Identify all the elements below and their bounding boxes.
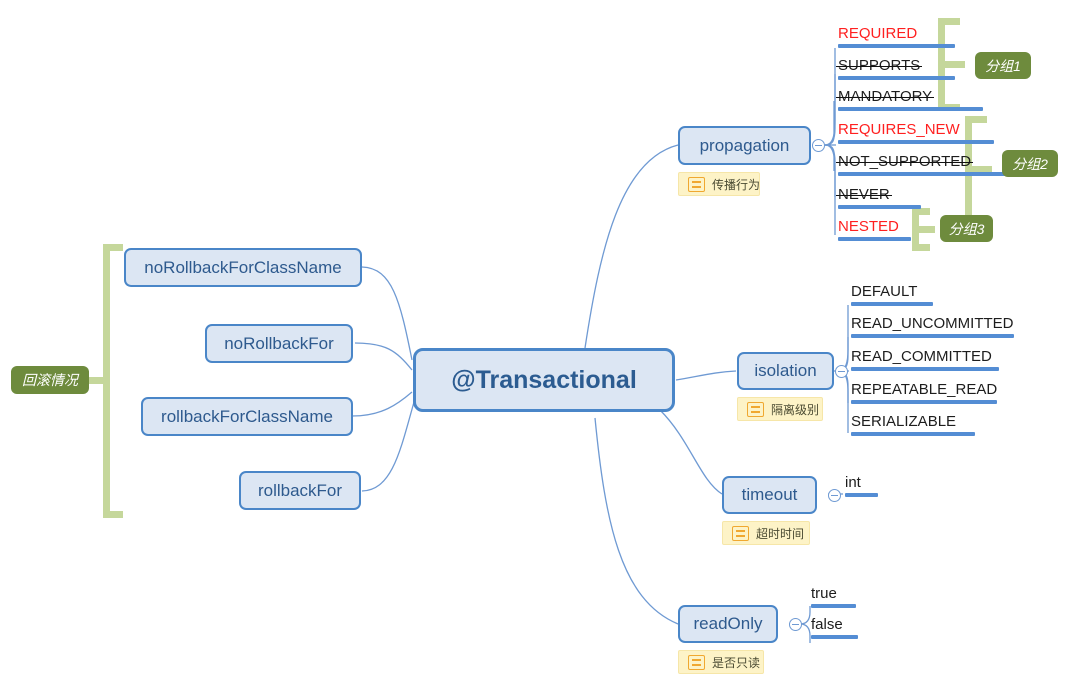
mindmap-canvas: @Transactional propagation 传播行为 REQUIRED… [0, 0, 1073, 694]
leaf-label: true [811, 585, 837, 602]
leaf-propagation-4[interactable]: NOT_SUPPORTED [835, 153, 1008, 179]
node-propagation[interactable]: propagation [678, 126, 811, 165]
leaf-underline [838, 76, 955, 80]
leaf-label: DEFAULT [851, 283, 918, 300]
node-rollbackforclassname[interactable]: rollbackForClassName [141, 397, 353, 436]
leaf-isolation-1[interactable]: READ_UNCOMMITTED [851, 315, 1014, 341]
leaf-underline [851, 400, 997, 404]
note-isolation-text: 隔离级别 [771, 402, 820, 417]
leaf-label: MANDATORY [835, 88, 935, 105]
leaf-underline [838, 140, 994, 144]
note-icon [732, 525, 749, 541]
leaf-underline [838, 44, 955, 48]
leaf-label: SERIALIZABLE [851, 413, 957, 430]
leaf-label: SUPPORTS [835, 57, 923, 74]
node-readonly[interactable]: readOnly [678, 605, 778, 643]
group-label-text: 回滚情况 [22, 372, 78, 388]
leaf-propagation-2[interactable]: MANDATORY [835, 88, 983, 114]
leaf-label: false [811, 616, 843, 633]
leaf-isolation-0[interactable]: DEFAULT [851, 283, 933, 309]
leaf-isolation-3[interactable]: REPEATABLE_READ [851, 381, 997, 407]
leaf-label: REPEATABLE_READ [851, 381, 998, 398]
note-readonly-text: 是否只读 [712, 655, 761, 670]
group-bracket-3 [912, 208, 942, 251]
leaf-underline [838, 107, 983, 111]
note-timeout-text: 超时时间 [756, 526, 805, 541]
leaf-readonly-0[interactable]: true [811, 585, 856, 611]
note-readonly: 是否只读 [678, 650, 764, 674]
node-isolation[interactable]: isolation [737, 352, 834, 390]
node-rollbackfor[interactable]: rollbackFor [239, 471, 361, 510]
leaf-propagation-0[interactable]: REQUIRED [838, 25, 955, 51]
node-isolation-label: isolation [754, 361, 817, 380]
node-timeout[interactable]: timeout [722, 476, 817, 514]
leaf-underline [851, 432, 975, 436]
note-propagation: 传播行为 [678, 172, 760, 196]
root-node[interactable]: @Transactional [413, 348, 675, 412]
leaf-label: NOT_SUPPORTED [835, 153, 974, 170]
node-norollbackforclassname[interactable]: noRollbackForClassName [124, 248, 362, 287]
toggle-propagation[interactable] [812, 139, 825, 152]
leaf-propagation-5[interactable]: NEVER [836, 186, 921, 212]
leaf-readonly-1[interactable]: false [811, 616, 858, 642]
leaf-label: READ_UNCOMMITTED [851, 315, 1014, 332]
leaf-propagation-6[interactable]: NESTED [838, 218, 911, 244]
leaf-label: int [845, 474, 861, 491]
node-propagation-label: propagation [699, 135, 790, 155]
leaf-propagation-3[interactable]: REQUIRES_NEW [838, 121, 994, 147]
leaf-isolation-4[interactable]: SERIALIZABLE [851, 413, 975, 439]
node-label: rollbackFor [257, 480, 343, 500]
leaf-underline [811, 604, 856, 608]
note-isolation: 隔离级别 [737, 397, 823, 421]
group-bracket-rollback [89, 244, 129, 518]
note-propagation-text: 传播行为 [712, 177, 761, 192]
note-icon [688, 176, 705, 192]
root-node-label: @Transactional [451, 365, 637, 394]
leaf-underline [838, 237, 911, 241]
leaf-label: NEVER [836, 186, 892, 203]
note-icon [747, 401, 764, 417]
node-norollbackfor[interactable]: noRollbackFor [205, 324, 353, 363]
group-label-3[interactable]: 分组3 [940, 215, 993, 242]
group-label-1[interactable]: 分组1 [975, 52, 1031, 79]
group-label-text: 分组1 [985, 57, 1021, 74]
leaf-label: NESTED [838, 218, 899, 235]
leaf-underline [851, 302, 933, 306]
toggle-readonly[interactable] [789, 618, 802, 631]
leaf-underline [811, 635, 858, 639]
node-label: rollbackForClassName [161, 406, 333, 426]
leaf-underline [838, 205, 921, 209]
node-label: noRollbackFor [224, 333, 334, 353]
group-label-text: 分组2 [1012, 155, 1048, 172]
leaf-underline [851, 367, 999, 371]
leaf-timeout-0[interactable]: int [845, 474, 878, 500]
leaf-underline [851, 334, 1014, 338]
leaf-label: REQUIRES_NEW [838, 121, 960, 138]
leaf-underline [845, 493, 878, 497]
node-label: noRollbackForClassName [144, 257, 342, 277]
group-label-text: 分组3 [948, 220, 985, 237]
toggle-timeout[interactable] [828, 489, 841, 502]
note-timeout: 超时时间 [722, 521, 810, 545]
group-label-2[interactable]: 分组2 [1002, 150, 1058, 177]
leaf-propagation-1[interactable]: SUPPORTS [835, 57, 955, 83]
node-timeout-label: timeout [741, 485, 798, 504]
leaf-label: READ_COMMITTED [851, 348, 992, 365]
node-readonly-label: readOnly [693, 614, 763, 633]
leaf-label: REQUIRED [838, 25, 918, 42]
leaf-isolation-2[interactable]: READ_COMMITTED [851, 348, 999, 374]
group-label-rollback[interactable]: 回滚情况 [11, 366, 89, 394]
note-icon [688, 654, 705, 670]
toggle-isolation[interactable] [835, 365, 848, 378]
leaf-underline [838, 172, 1008, 176]
